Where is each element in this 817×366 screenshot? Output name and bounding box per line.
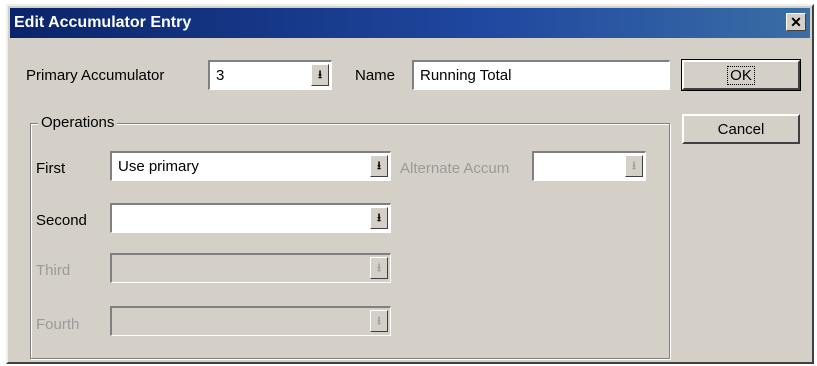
cancel-button[interactable]: Cancel — [682, 114, 800, 144]
primary-accumulator-value: 3 — [216, 67, 225, 84]
dropdown-arrow-icon: ⭳ — [318, 69, 322, 81]
alternate-accum-dropdown-button[interactable]: ⭳ — [625, 155, 643, 177]
third-label: Third — [36, 262, 71, 279]
second-dropdown[interactable]: ⭳ — [110, 203, 391, 233]
fourth-dropdown-button[interactable]: ⭳ — [370, 310, 388, 332]
first-value: Use primary — [118, 158, 199, 175]
name-value: Running Total — [420, 67, 512, 84]
dropdown-arrow-icon: ⭳ — [377, 315, 381, 327]
first-label: First — [36, 160, 66, 177]
first-dropdown-button[interactable]: ⭳ — [370, 155, 388, 177]
edit-accumulator-dialog: Edit Accumulator Entry ✕ Primary Accumul… — [6, 4, 814, 364]
third-dropdown[interactable]: ⭳ — [110, 253, 391, 283]
fourth-label: Fourth — [36, 316, 80, 333]
primary-accumulator-label: Primary Accumulator — [26, 67, 165, 84]
primary-accumulator-dropdown[interactable]: 3 ⭳ — [208, 60, 332, 90]
ok-button[interactable]: OK — [681, 59, 801, 91]
second-label: Second — [36, 212, 87, 229]
fourth-dropdown[interactable]: ⭳ — [110, 306, 391, 336]
operations-legend: Operations — [38, 114, 118, 131]
title-bar[interactable]: Edit Accumulator Entry ✕ — [10, 8, 810, 38]
cancel-button-label: Cancel — [717, 121, 765, 138]
second-dropdown-button[interactable]: ⭳ — [370, 207, 388, 229]
close-icon: ✕ — [790, 14, 802, 30]
dropdown-arrow-icon: ⭳ — [377, 160, 381, 172]
dropdown-arrow-icon: ⭳ — [377, 212, 381, 224]
window-title: Edit Accumulator Entry — [14, 14, 192, 31]
close-button[interactable]: ✕ — [786, 13, 806, 31]
alternate-accum-dropdown[interactable]: ⭳ — [532, 151, 646, 181]
third-dropdown-button[interactable]: ⭳ — [370, 257, 388, 279]
alternate-accum-label: Alternate Accum — [400, 160, 510, 177]
dropdown-arrow-icon: ⭳ — [377, 262, 381, 274]
name-label: Name — [355, 67, 396, 84]
dropdown-arrow-icon: ⭳ — [632, 160, 636, 172]
primary-accumulator-dropdown-button[interactable]: ⭳ — [311, 64, 329, 86]
first-dropdown[interactable]: Use primary ⭳ — [110, 151, 391, 181]
ok-button-label: OK — [727, 66, 755, 85]
name-field[interactable]: Running Total — [412, 60, 670, 90]
